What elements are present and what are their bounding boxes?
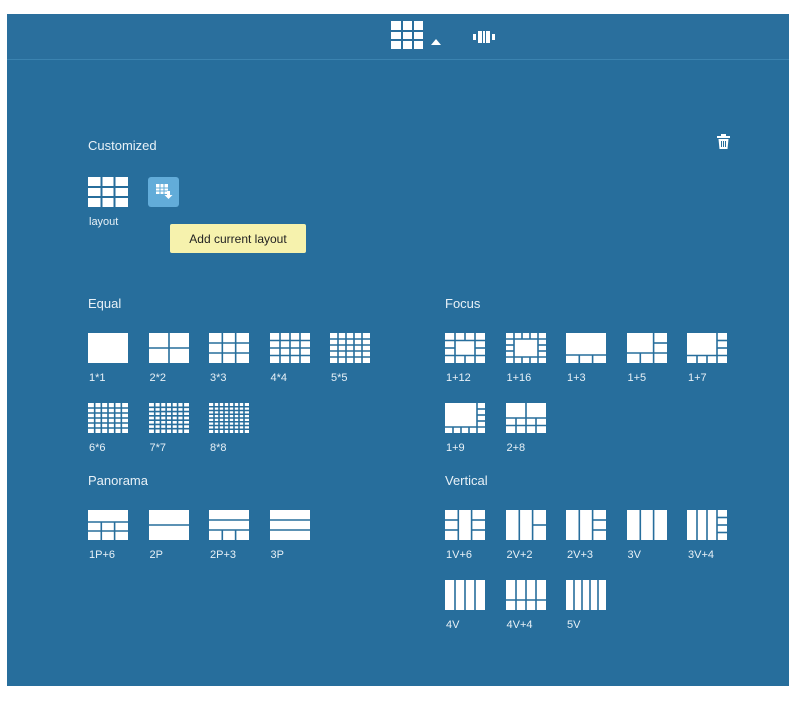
vertical-layout-3v-tile[interactable]: [626, 510, 667, 540]
panorama-layout-3p-tile[interactable]: [269, 510, 310, 540]
focus-layout-1plus7-label: 1+7: [688, 372, 707, 384]
equal-layout-8x8-label: 8*8: [210, 442, 227, 454]
panorama-layout-2pplus3-tile[interactable]: [209, 510, 249, 540]
panorama-layout-2p-tile[interactable]: [148, 510, 189, 540]
vertical-layout-3vplus4-tile[interactable]: [687, 510, 727, 540]
equal-layout-3x3-label: 3*3: [210, 372, 227, 384]
equal-layout-2x2-tile[interactable]: [148, 333, 189, 363]
panorama-title: Panorama: [88, 473, 148, 488]
focus-title: Focus: [445, 296, 481, 311]
vertical-layout-3vplus4-label: 3V+4: [688, 549, 714, 561]
focus-layout-2plus8-tile[interactable]: [505, 403, 546, 433]
toolbar: [7, 14, 789, 60]
vertical-layout-4v-label: 4V: [446, 619, 460, 631]
equal-layout-6x6-label: 6*6: [89, 442, 106, 454]
vertical-layout-1vplus6-tile[interactable]: [445, 510, 485, 540]
trash-icon[interactable]: [717, 134, 730, 154]
equal-layout-3x3-tile[interactable]: [209, 333, 249, 363]
equal-title: Equal: [88, 296, 122, 311]
customized-title: Customized: [88, 138, 157, 153]
layout-panel: Customized layout Add current layout Equ…: [7, 14, 789, 686]
vertical-layout-1vplus6-label: 1V+6: [446, 549, 472, 561]
add-current-layout-button[interactable]: [148, 177, 179, 207]
equal-layout-1x1-tile[interactable]: [88, 333, 128, 363]
equal-layout-5x5-tile[interactable]: [330, 333, 370, 363]
vertical-layout-4vplus4-tile[interactable]: [505, 580, 546, 610]
equal-layout-1x1-label: 1*1: [89, 372, 106, 384]
panorama-layout-2p-label: 2P: [149, 549, 163, 561]
saved-layout-tile[interactable]: [88, 177, 128, 207]
panorama-layout-3p-label: 3P: [270, 549, 284, 561]
vertical-layout-3v-label: 3V: [627, 549, 641, 561]
equal-layout-4x4-label: 4*4: [270, 372, 288, 384]
vertical-layout-5v-tile[interactable]: [566, 580, 606, 610]
vertical-layout-2vplus3-tile[interactable]: [566, 510, 606, 540]
equal-layout-6x6-tile[interactable]: [88, 403, 128, 433]
equal-layout-5x5-label: 5*5: [331, 372, 348, 384]
vertical-layout-2vplus2-tile[interactable]: [505, 510, 546, 540]
vertical-layout-5v-label: 5V: [567, 619, 581, 631]
focus-layout-1plus3-label: 1+3: [567, 372, 586, 384]
focus-layout-1plus16-tile[interactable]: [505, 333, 546, 363]
saved-layout-label: layout: [89, 216, 119, 228]
caret-up-icon[interactable]: [431, 32, 441, 50]
equal-layout-8x8-tile[interactable]: [209, 403, 249, 433]
equal-layout-7x7-tile[interactable]: [148, 403, 189, 433]
equal-layout-2x2-label: 2*2: [149, 372, 167, 384]
focus-layout-1plus9-label: 1+9: [446, 442, 465, 454]
panorama-layout-1pplus6-label: 1P+6: [89, 549, 115, 561]
focus-layout-1plus16-label: 1+16: [506, 372, 532, 384]
vertical-title: Vertical: [445, 473, 488, 488]
focus-layout-1plus7-tile[interactable]: [687, 333, 727, 363]
focus-layout-1plus12-label: 1+12: [446, 372, 471, 384]
add-layout-tooltip: Add current layout: [170, 224, 306, 253]
vertical-layout-2vplus3-label: 2V+3: [567, 549, 593, 561]
carousel-icon[interactable]: [473, 30, 495, 48]
grid-layout-icon[interactable]: [391, 21, 423, 54]
vertical-layout-2vplus2-label: 2V+2: [506, 549, 533, 561]
focus-layout-1plus5-label: 1+5: [627, 372, 647, 384]
vertical-layout-4v-tile[interactable]: [445, 580, 485, 610]
equal-layout-7x7-label: 7*7: [149, 442, 167, 454]
panorama-layout-1pplus6-tile[interactable]: [88, 510, 128, 540]
focus-layout-1plus9-tile[interactable]: [445, 403, 485, 433]
vertical-layout-4vplus4-label: 4V+4: [506, 619, 533, 631]
focus-layout-1plus3-tile[interactable]: [566, 333, 606, 363]
panorama-layout-2pplus3-label: 2P+3: [210, 549, 236, 561]
focus-layout-1plus5-tile[interactable]: [626, 333, 667, 363]
focus-layout-2plus8-label: 2+8: [506, 442, 526, 454]
equal-layout-4x4-tile[interactable]: [269, 333, 310, 363]
focus-layout-1plus12-tile[interactable]: [445, 333, 485, 363]
